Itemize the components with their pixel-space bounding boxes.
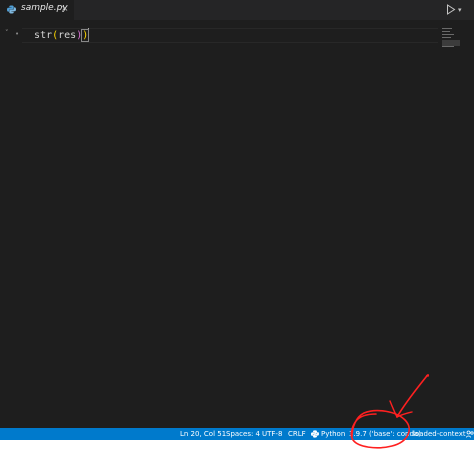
- feedback-icon[interactable]: [466, 430, 474, 438]
- chevron-down-icon[interactable]: ▾: [458, 6, 462, 14]
- editor-area[interactable]: ˅ • str(res)): [0, 20, 474, 428]
- status-language-mode[interactable]: Python: [321, 430, 345, 438]
- status-python-interpreter[interactable]: 3.9.7 ('base': conda): [349, 430, 421, 438]
- minimap-line: [442, 34, 454, 35]
- python-file-icon: [7, 5, 16, 14]
- python-language-icon: [311, 430, 319, 438]
- minimap-line: [442, 46, 454, 47]
- minimap-line: [442, 28, 452, 29]
- minimap-slider[interactable]: [442, 40, 460, 46]
- status-cursor-position[interactable]: Ln 20, Col 51: [180, 430, 226, 438]
- vscode-window: sample.py × ▾ ˅ • str(res)) Ln 20, Col 5…: [0, 0, 474, 440]
- tab-sample-py[interactable]: sample.py ×: [0, 0, 74, 20]
- fold-chevron-icon[interactable]: ˅: [5, 29, 9, 37]
- status-indentation[interactable]: Spaces: 4: [226, 430, 260, 438]
- vertical-scrollbar[interactable]: [462, 20, 474, 428]
- tab-close-icon[interactable]: ×: [61, 3, 69, 15]
- minimap-line: [442, 31, 450, 32]
- play-icon[interactable]: [446, 4, 456, 15]
- status-context[interactable]: loaded-context: [413, 430, 466, 438]
- glyph-margin-dot-icon: •: [15, 30, 20, 38]
- tab-bar: sample.py × ▾: [0, 0, 474, 20]
- code-argument: res: [58, 30, 77, 41]
- status-encoding[interactable]: UTF-8: [262, 430, 282, 438]
- code-function: str: [34, 30, 53, 41]
- minimap-line: [442, 37, 451, 38]
- page-background: [0, 440, 474, 450]
- code-line[interactable]: str(res)): [22, 28, 90, 42]
- status-bar: Ln 20, Col 51 Spaces: 4 UTF-8 CRLF Pytho…: [0, 428, 474, 440]
- status-line-ending[interactable]: CRLF: [288, 430, 306, 438]
- text-cursor: [88, 28, 90, 39]
